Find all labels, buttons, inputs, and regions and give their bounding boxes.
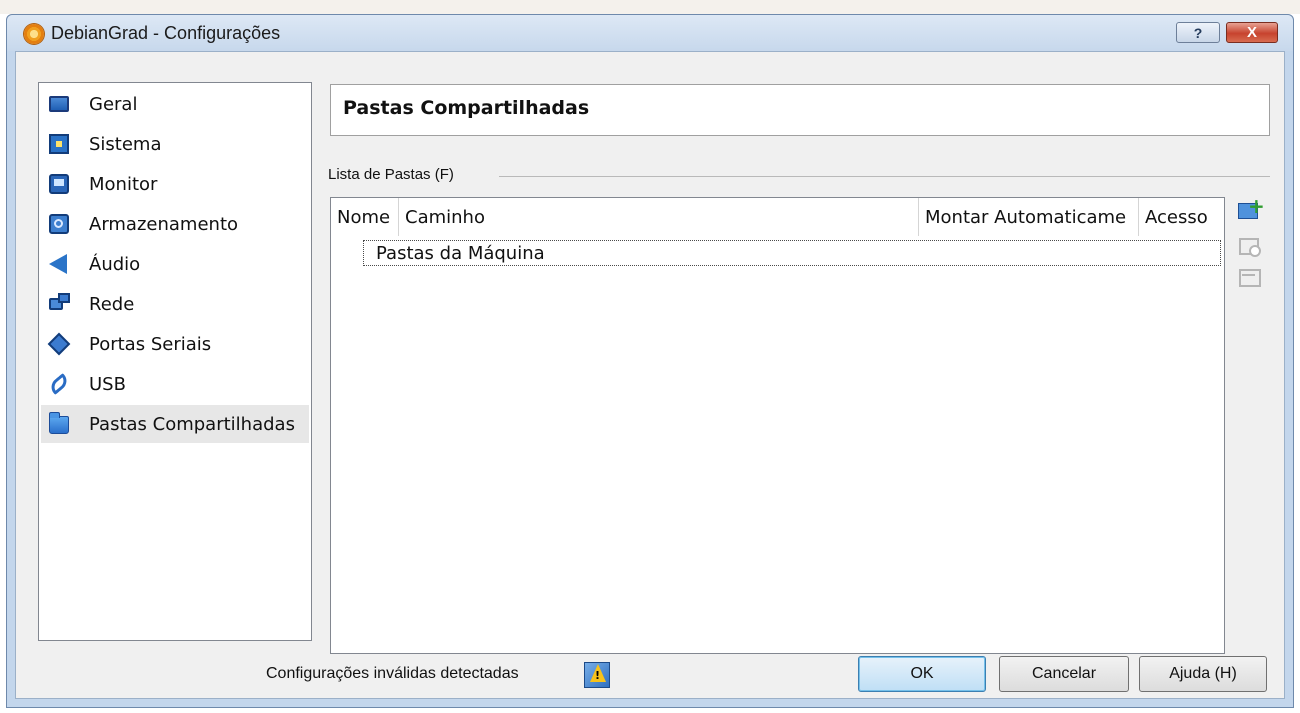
- column-header-caminho[interactable]: Caminho: [399, 198, 919, 236]
- page-header: Pastas Compartilhadas: [330, 84, 1270, 136]
- sidebar-item-label: Geral: [89, 93, 138, 115]
- column-header-nome[interactable]: Nome: [331, 198, 399, 236]
- help-title-button[interactable]: ?: [1176, 22, 1220, 43]
- dialog-body: Geral Sistema Monitor Armazenamento Áudi…: [15, 51, 1285, 699]
- speaker-icon: [49, 254, 67, 274]
- page-title: Pastas Compartilhadas: [343, 97, 590, 119]
- close-button[interactable]: X: [1226, 22, 1278, 43]
- window-title: DebianGrad - Configurações: [51, 23, 281, 43]
- sidebar-item-label: Sistema: [89, 133, 162, 155]
- sidebar-item-label: Portas Seriais: [89, 333, 212, 355]
- sidebar-item-armazenamento[interactable]: Armazenamento: [41, 205, 309, 243]
- desktop-background: [0, 0, 1300, 14]
- sidebar-item-label: Áudio: [89, 253, 141, 275]
- cancel-button[interactable]: Cancelar: [999, 656, 1129, 692]
- shared-folders-table[interactable]: Nome Caminho Montar Automaticame Acesso …: [330, 197, 1225, 654]
- display-icon: [49, 174, 69, 194]
- network-icon-secondary: [58, 293, 70, 303]
- sidebar-item-label: Rede: [89, 293, 135, 315]
- table-header: Nome Caminho Montar Automaticame Acesso: [331, 198, 1224, 236]
- sidebar-item-audio[interactable]: Áudio: [41, 245, 309, 283]
- sidebar-item-label: Pastas Compartilhadas: [89, 413, 295, 435]
- table-row[interactable]: Pastas da Máquina: [363, 240, 1221, 266]
- folder-icon: [49, 412, 69, 434]
- sidebar-item-label: USB: [89, 373, 126, 395]
- help-button[interactable]: Ajuda (H): [1139, 656, 1267, 692]
- chip-icon: [49, 134, 69, 154]
- sidebar-item-sistema[interactable]: Sistema: [41, 125, 309, 163]
- storage-icon: [49, 214, 69, 234]
- warning-icon[interactable]: [584, 662, 610, 688]
- add-folder-button[interactable]: [1236, 194, 1265, 224]
- remove-folder-button[interactable]: [1236, 264, 1262, 290]
- edit-folder-button[interactable]: [1236, 232, 1262, 258]
- ok-button[interactable]: OK: [858, 656, 986, 692]
- title-bar[interactable]: DebianGrad - Configurações ? X: [7, 15, 1293, 51]
- monitor-icon: [49, 96, 69, 112]
- serial-port-icon: [47, 332, 71, 356]
- group-divider: [499, 176, 1270, 177]
- sidebar-item-label: Monitor: [89, 173, 158, 195]
- sidebar-item-pastas-compartilhadas[interactable]: Pastas Compartilhadas: [41, 405, 309, 443]
- row-label: Pastas da Máquina: [376, 242, 545, 264]
- sidebar-item-portas-seriais[interactable]: Portas Seriais: [41, 325, 309, 363]
- settings-sidebar: Geral Sistema Monitor Armazenamento Áudi…: [38, 82, 312, 641]
- usb-icon: [47, 372, 71, 396]
- sidebar-item-monitor[interactable]: Monitor: [41, 165, 309, 203]
- settings-window: DebianGrad - Configurações ? X Geral Sis…: [6, 14, 1294, 708]
- sidebar-item-geral[interactable]: Geral: [41, 85, 309, 123]
- folder-list-label: Lista de Pastas (F): [328, 166, 454, 183]
- status-message: Configurações inválidas detectadas: [266, 665, 519, 682]
- virtualbox-app-icon: [24, 24, 44, 44]
- sidebar-item-label: Armazenamento: [89, 213, 239, 235]
- column-header-montar-automaticamente[interactable]: Montar Automaticame: [919, 198, 1139, 236]
- sidebar-item-usb[interactable]: USB: [41, 365, 309, 403]
- sidebar-item-rede[interactable]: Rede: [41, 285, 309, 323]
- column-header-acesso[interactable]: Acesso: [1139, 198, 1224, 236]
